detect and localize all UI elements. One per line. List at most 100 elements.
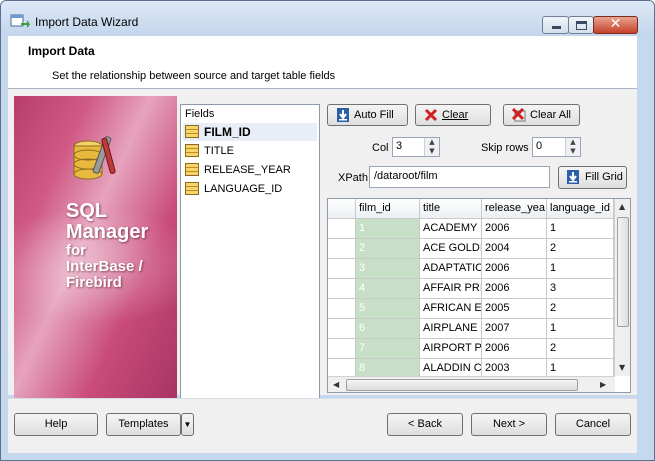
fill-grid-label: Fill Grid (585, 171, 623, 183)
skip-rows-value: 0 (536, 140, 543, 152)
field-label: RELEASE_YEAR (204, 164, 291, 176)
minimize-icon (552, 26, 561, 29)
preview-grid[interactable]: film_id title release_yea language_id 1 … (327, 198, 631, 393)
clear-icon (424, 108, 438, 122)
cancel-button[interactable]: Cancel (555, 413, 631, 436)
grid-cell[interactable]: 1 (547, 319, 614, 339)
grid-cell[interactable]: 3 (356, 259, 420, 279)
scroll-left-icon[interactable]: ◀ (333, 380, 339, 389)
grid-corner (328, 199, 356, 219)
templates-dropdown-button[interactable]: ▼ (181, 413, 194, 436)
grid-cell[interactable]: 2006 (482, 339, 547, 359)
help-button[interactable]: Help (14, 413, 98, 436)
scroll-down-icon[interactable]: ▼ (619, 363, 625, 372)
grid-cell[interactable]: AFFAIR PRI (420, 279, 482, 299)
grid-cell[interactable]: ADAPTATIC (420, 259, 482, 279)
col-spinner[interactable]: 3 ▲ ▼ (392, 137, 440, 157)
auto-fill-label: Auto Fill (354, 109, 394, 121)
grid-cell[interactable]: 1 (547, 219, 614, 239)
step-title: Import Data (28, 44, 95, 58)
scroll-right-icon[interactable]: ▶ (600, 380, 606, 389)
grid-cell[interactable]: 4 (356, 279, 420, 299)
next-button[interactable]: Next > (471, 413, 547, 436)
field-item-film-id[interactable]: FILM_ID (183, 123, 317, 141)
grid-cell[interactable]: AIRPORT P (420, 339, 482, 359)
grid-horizontal-scrollbar[interactable]: ◀ ▶ (328, 376, 615, 392)
grid-cell[interactable]: 2005 (482, 299, 547, 319)
field-item-language-id[interactable]: LANGUAGE_ID (183, 180, 317, 198)
spin-down-icon[interactable]: ▼ (425, 147, 439, 156)
maximize-icon (576, 21, 587, 30)
maximize-button[interactable] (568, 16, 594, 34)
row-indicator[interactable] (328, 299, 356, 319)
grid-column-header[interactable]: language_id (547, 199, 614, 219)
row-indicator[interactable] (328, 339, 356, 359)
grid-cell[interactable]: 2007 (482, 319, 547, 339)
row-indicator[interactable] (328, 239, 356, 259)
row-indicator[interactable] (328, 319, 356, 339)
horizontal-scroll-thumb[interactable] (346, 379, 578, 391)
product-banner: SQL Manager for InterBase / Firebird (14, 96, 177, 401)
scroll-up-icon[interactable]: ▲ (619, 202, 625, 211)
window-title: Import Data Wizard (35, 15, 139, 29)
fill-grid-button[interactable]: Fill Grid (558, 166, 627, 189)
vertical-scroll-thumb[interactable] (617, 217, 629, 327)
grid-cell[interactable]: 2004 (482, 239, 547, 259)
fields-list[interactable]: Fields FILM_ID TITLE RELEASE_YEAR LANGUA… (180, 104, 320, 401)
col-spinner-arrows[interactable]: ▲ ▼ (424, 138, 439, 156)
field-item-release-year[interactable]: RELEASE_YEAR (183, 161, 317, 179)
banner-line-4: InterBase / (66, 258, 143, 275)
spin-up-icon[interactable]: ▲ (425, 138, 439, 147)
row-indicator[interactable] (328, 279, 356, 299)
clear-all-button[interactable]: Clear All (503, 104, 580, 126)
spin-down-icon[interactable]: ▼ (566, 147, 580, 156)
field-item-title[interactable]: TITLE (183, 142, 317, 160)
grid-cell[interactable]: AIRPLANE S (420, 319, 482, 339)
skip-rows-spinner-arrows[interactable]: ▲ ▼ (565, 138, 580, 156)
grid-cell[interactable]: 3 (547, 279, 614, 299)
title-bar[interactable]: Import Data Wizard ✕ (1, 1, 654, 37)
close-icon: ✕ (609, 16, 622, 32)
col-value: 3 (396, 140, 403, 152)
fill-grid-icon (567, 170, 579, 184)
table-field-icon (185, 163, 199, 176)
grid-cell[interactable]: AFRICAN E (420, 299, 482, 319)
grid-cell[interactable]: 1 (547, 259, 614, 279)
grid-cell[interactable]: 2 (547, 239, 614, 259)
grid-cell[interactable]: 2006 (482, 259, 547, 279)
auto-fill-button[interactable]: Auto Fill (327, 104, 408, 126)
field-label: FILM_ID (204, 125, 251, 139)
spin-up-icon[interactable]: ▲ (566, 138, 580, 147)
skip-rows-spinner[interactable]: 0 ▲ ▼ (532, 137, 581, 157)
row-indicator[interactable] (328, 259, 356, 279)
templates-button[interactable]: Templates (106, 413, 181, 436)
grid-column-header[interactable]: title (420, 199, 482, 219)
grid-vertical-scrollbar[interactable]: ▲ ▼ (614, 199, 630, 376)
chevron-down-icon: ▼ (183, 420, 192, 429)
clear-button[interactable]: Clear (415, 104, 491, 126)
grid-cell[interactable]: 7 (356, 339, 420, 359)
grid-cell[interactable]: 2 (547, 299, 614, 319)
grid-cell[interactable]: 2 (356, 239, 420, 259)
fields-list-header: Fields (185, 108, 215, 120)
table-field-icon (185, 125, 199, 138)
grid-cell[interactable]: 6 (356, 319, 420, 339)
grid-cell[interactable]: 5 (356, 299, 420, 319)
grid-cell[interactable]: 2006 (482, 219, 547, 239)
clear-all-label: Clear All (530, 109, 571, 121)
field-label: TITLE (204, 145, 234, 157)
grid-column-header[interactable]: film_id (356, 199, 420, 219)
row-indicator[interactable] (328, 219, 356, 239)
minimize-button[interactable] (542, 16, 569, 34)
grid-cell[interactable]: 2006 (482, 279, 547, 299)
grid-column-header[interactable]: release_yea (482, 199, 547, 219)
grid-cell[interactable]: 1 (356, 219, 420, 239)
grid-cell[interactable]: ACE GOLDI (420, 239, 482, 259)
back-button[interactable]: < Back (387, 413, 463, 436)
grid-cell[interactable]: 2 (547, 339, 614, 359)
step-description: Set the relationship between source and … (52, 70, 336, 82)
table-field-icon (185, 144, 199, 157)
grid-cell[interactable]: ACADEMY D (420, 219, 482, 239)
xpath-input[interactable]: /dataroot/film (369, 166, 550, 188)
close-button[interactable]: ✕ (593, 16, 638, 34)
